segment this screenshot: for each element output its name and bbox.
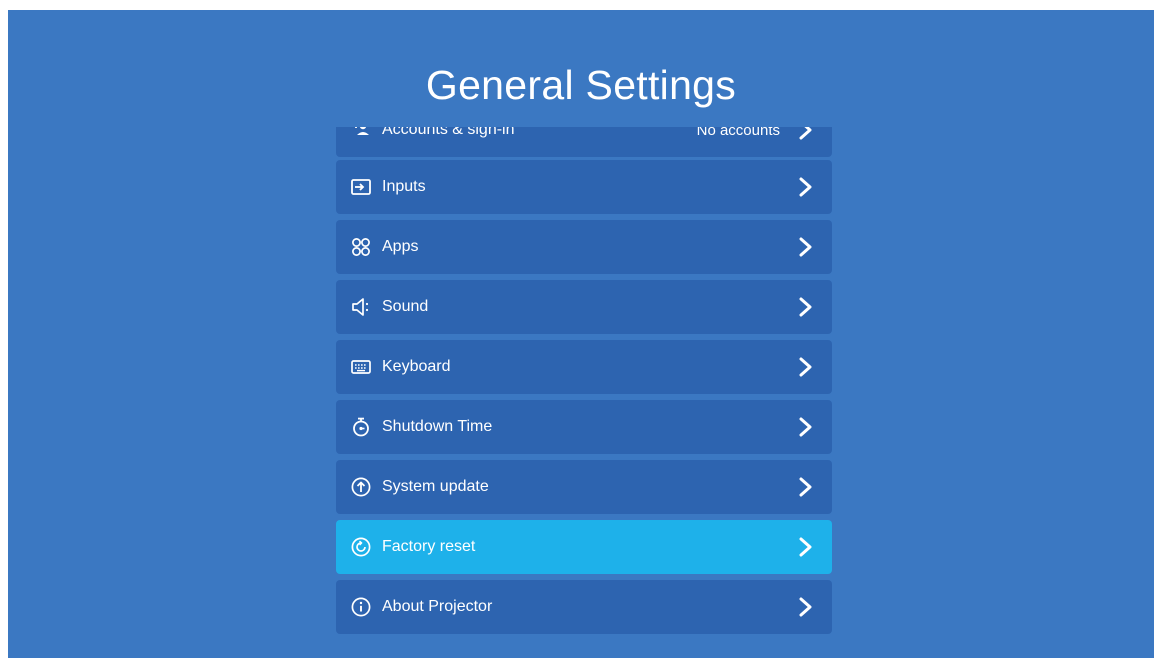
menu-item-apps[interactable]: Apps (336, 220, 832, 274)
menu-item-label: Sound (382, 298, 429, 315)
timer-icon (350, 416, 372, 438)
menu-item-accounts[interactable]: Accounts & sign-in No accounts (336, 127, 832, 157)
menu-item-about-projector[interactable]: About Projector (336, 580, 832, 634)
keyboard-icon (350, 356, 372, 378)
menu-item-keyboard[interactable]: Keyboard (336, 340, 832, 394)
info-icon (350, 596, 372, 618)
menu-item-label: Keyboard (382, 358, 451, 375)
menu-item-label: System update (382, 478, 489, 495)
chevron-right-icon (799, 177, 812, 197)
input-icon (350, 176, 372, 198)
chevron-right-icon (799, 297, 812, 317)
chevron-right-icon (799, 237, 812, 257)
chevron-right-icon (799, 477, 812, 497)
update-icon (350, 476, 372, 498)
chevron-right-icon (799, 417, 812, 437)
menu-item-shutdown-time[interactable]: Shutdown Time (336, 400, 832, 454)
menu-item-label: Inputs (382, 178, 426, 195)
chevron-right-icon (799, 357, 812, 377)
menu-item-label: Apps (382, 238, 419, 255)
page-title: General Settings (425, 62, 737, 108)
menu-item-sound[interactable]: Sound (336, 280, 832, 334)
sound-icon (350, 296, 372, 318)
menu-item-label: About Projector (382, 598, 493, 615)
chevron-right-icon (799, 127, 812, 140)
menu-item-label: Factory reset (382, 538, 476, 555)
menu-item-factory-reset[interactable]: Factory reset (336, 520, 832, 574)
menu-item-label: Shutdown Time (382, 418, 493, 435)
menu-item-inputs[interactable]: Inputs (336, 160, 832, 214)
settings-list: Accounts & sign-in No accounts Inputs Ap… (336, 127, 832, 647)
reset-icon (350, 536, 372, 558)
settings-screen: General Settings Accounts & sign-in No a… (8, 10, 1154, 658)
menu-item-value: No accounts (696, 127, 780, 139)
menu-item-label: Accounts & sign-in (382, 127, 515, 138)
accounts-icon (350, 127, 372, 141)
chevron-right-icon (799, 597, 812, 617)
chevron-right-icon (799, 537, 812, 557)
apps-icon (350, 236, 372, 258)
menu-item-system-update[interactable]: System update (336, 460, 832, 514)
